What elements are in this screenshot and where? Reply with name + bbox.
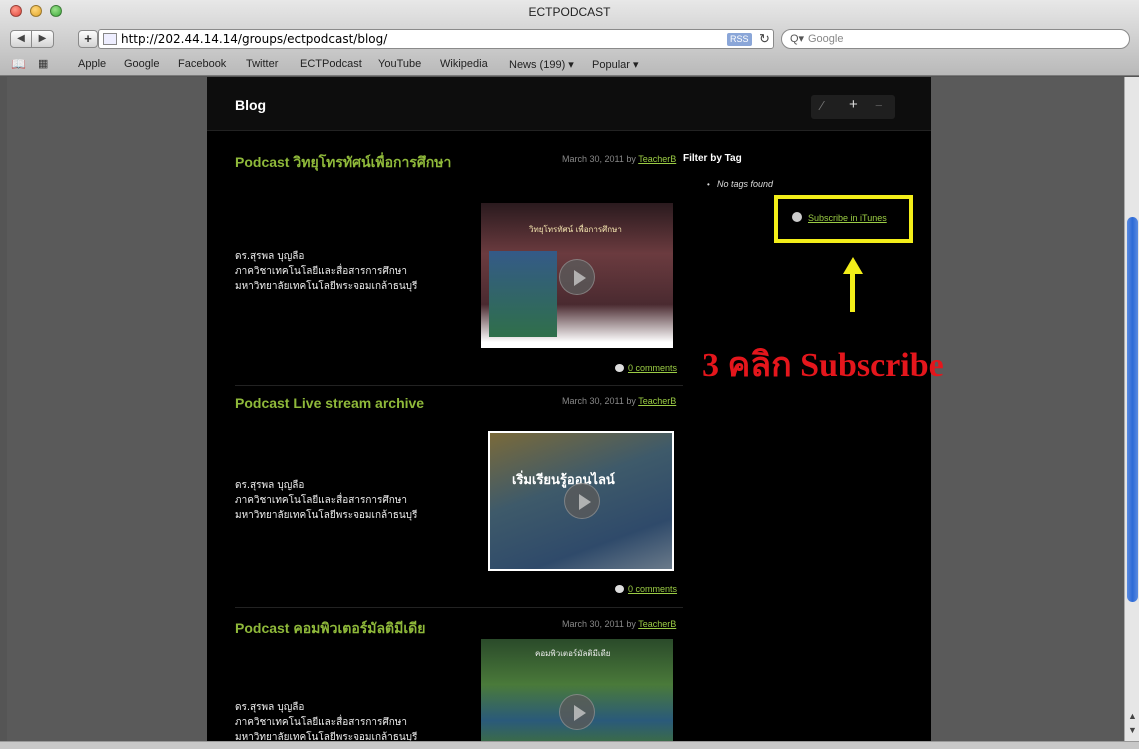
bookmark-twitter[interactable]: Twitter: [246, 58, 278, 70]
page-title: Blog: [235, 97, 267, 113]
rss-button[interactable]: RSS: [727, 33, 752, 46]
post-body-line: มหาวิทยาลัยเทคโนโลยีพระจอมเกล้าธนบุรี: [235, 510, 418, 521]
post-meta: March 30, 2011 by TeacherB: [562, 154, 676, 164]
filter-by-tag-heading: Filter by Tag: [683, 153, 742, 164]
annotation-highlight-box: [774, 195, 913, 243]
comments-link[interactable]: 0 comments: [615, 584, 677, 594]
page-favicon-icon: [103, 33, 117, 45]
forward-button[interactable]: ▶: [32, 30, 54, 48]
status-bar: [0, 741, 1139, 749]
post-body: ดร.สุรพล บุญลือ ภาควิชาเทคโนโลยีและสื่อส…: [235, 700, 417, 745]
browser-toolbar: ECTPODCAST ◀ ▶ + http://202.44.14.14/gro…: [0, 0, 1139, 76]
bookmark-youtube[interactable]: YouTube: [378, 58, 421, 70]
back-button[interactable]: ◀: [10, 30, 32, 48]
post-body-line: ดร.สุรพล บุญลือ: [235, 702, 305, 713]
author-link[interactable]: TeacherB: [638, 154, 676, 164]
post-divider: [235, 385, 683, 386]
bookmark-google[interactable]: Google: [124, 58, 159, 70]
blog-panel: Blog ⁄ + − Podcast วิทยุโทรทัศน์เพื่อการ…: [207, 77, 931, 743]
comment-icon: [615, 585, 624, 593]
thumbnail-inset-image: [489, 251, 557, 337]
search-field[interactable]: Q▾ Google: [781, 29, 1130, 49]
add-post-icon[interactable]: +: [849, 96, 858, 113]
add-bookmark-button[interactable]: +: [78, 30, 98, 48]
post-title[interactable]: Podcast คอมพิวเตอร์มัลติมีเดีย: [235, 618, 425, 640]
scroll-down-arrow-icon[interactable]: ▼: [1128, 725, 1137, 735]
bookmark-wikipedia[interactable]: Wikipedia: [440, 58, 488, 70]
post-body-line: มหาวิทยาลัยเทคโนโลยีพระจอมเกล้าธนบุรี: [235, 281, 418, 292]
search-placeholder: Google: [808, 33, 844, 45]
bookmarks-bar: 📖 ▦ Apple Google Facebook Twitter ECTPod…: [0, 56, 1139, 74]
video-thumbnail[interactable]: เริ่มเรียนรู้ออนไลน์: [488, 431, 674, 571]
post-body: ดร.สุรพล บุญลือ ภาควิชาเทคโนโลยีและสื่อส…: [235, 249, 417, 294]
comments-link[interactable]: 0 comments: [615, 363, 677, 373]
post-date: March 30, 2011 by: [562, 619, 639, 629]
scroll-thumb[interactable]: [1127, 217, 1138, 602]
comment-icon: [615, 364, 624, 372]
author-link[interactable]: TeacherB: [638, 396, 676, 406]
post-date: March 30, 2011 by: [562, 154, 639, 164]
play-icon[interactable]: [564, 483, 600, 519]
bullet-icon: •: [707, 180, 710, 189]
post-body-line: ภาควิชาเทคโนโลยีและสื่อสารการศึกษา: [235, 266, 407, 277]
bookmark-news[interactable]: News (199) ▾: [509, 58, 574, 71]
bookmark-apple[interactable]: Apple: [78, 58, 106, 70]
blog-tools: ⁄ + −: [811, 95, 895, 119]
post-body-line: ดร.สุรพล บุญลือ: [235, 251, 305, 262]
window-title: ECTPODCAST: [528, 5, 611, 19]
post-body-line: ภาควิชาเทคโนโลยีและสื่อสารการศึกษา: [235, 495, 407, 506]
thumbnail-caption: เริ่มเรียนรู้ออนไลน์: [512, 473, 615, 488]
comments-count[interactable]: 0 comments: [628, 363, 677, 373]
post-title[interactable]: Podcast Live stream archive: [235, 395, 424, 411]
vertical-scrollbar[interactable]: ▲ ▼: [1124, 77, 1139, 741]
bookmark-facebook[interactable]: Facebook: [178, 58, 226, 70]
post-divider: [235, 607, 683, 608]
bookmark-ectpodcast[interactable]: ECTPodcast: [300, 58, 362, 70]
bookmark-popular[interactable]: Popular ▾: [592, 58, 639, 71]
post-date: March 30, 2011 by: [562, 396, 639, 406]
bookmarks-book-icon[interactable]: 📖: [11, 57, 26, 71]
address-url[interactable]: http://202.44.14.14/groups/ectpodcast/bl…: [121, 32, 387, 46]
top-sites-grid-icon[interactable]: ▦: [38, 57, 48, 70]
video-thumbnail[interactable]: วิทยุโทรทัศน์ เพื่อการศึกษา: [481, 203, 673, 348]
author-link[interactable]: TeacherB: [638, 619, 676, 629]
thumbnail-caption: วิทยุโทรทัศน์ เพื่อการศึกษา: [529, 225, 622, 234]
comments-count[interactable]: 0 comments: [628, 584, 677, 594]
post-body-line: ภาควิชาเทคโนโลยีและสื่อสารการศึกษา: [235, 717, 407, 728]
post-title[interactable]: Podcast วิทยุโทรทัศน์เพื่อการศึกษา: [235, 152, 451, 174]
post-body-line: ดร.สุรพล บุญลือ: [235, 480, 305, 491]
scroll-up-arrow-icon[interactable]: ▲: [1128, 711, 1137, 721]
post-meta: March 30, 2011 by TeacherB: [562, 619, 676, 629]
play-icon[interactable]: [559, 259, 595, 295]
remove-post-icon[interactable]: −: [875, 98, 883, 113]
post-meta: March 30, 2011 by TeacherB: [562, 396, 676, 406]
reload-icon[interactable]: ↻: [759, 31, 770, 47]
thumbnail-caption: คอมพิวเตอร์มัลติมีเดีย: [535, 649, 611, 658]
edit-icon[interactable]: ⁄: [821, 98, 823, 113]
search-icon: Q▾: [790, 33, 805, 45]
blog-header: Blog ⁄ + −: [207, 77, 931, 131]
play-icon[interactable]: [559, 694, 595, 730]
annotation-arrow-shaft: [850, 272, 855, 312]
video-thumbnail[interactable]: คอมพิวเตอร์มัลติมีเดีย: [481, 639, 673, 741]
post-body: ดร.สุรพล บุญลือ ภาควิชาเทคโนโลยีและสื่อส…: [235, 478, 417, 523]
annotation-text: 3 คลิก Subscribe: [702, 347, 944, 384]
address-bar[interactable]: http://202.44.14.14/groups/ectpodcast/bl…: [98, 29, 774, 49]
no-tags-text: No tags found: [717, 179, 774, 189]
